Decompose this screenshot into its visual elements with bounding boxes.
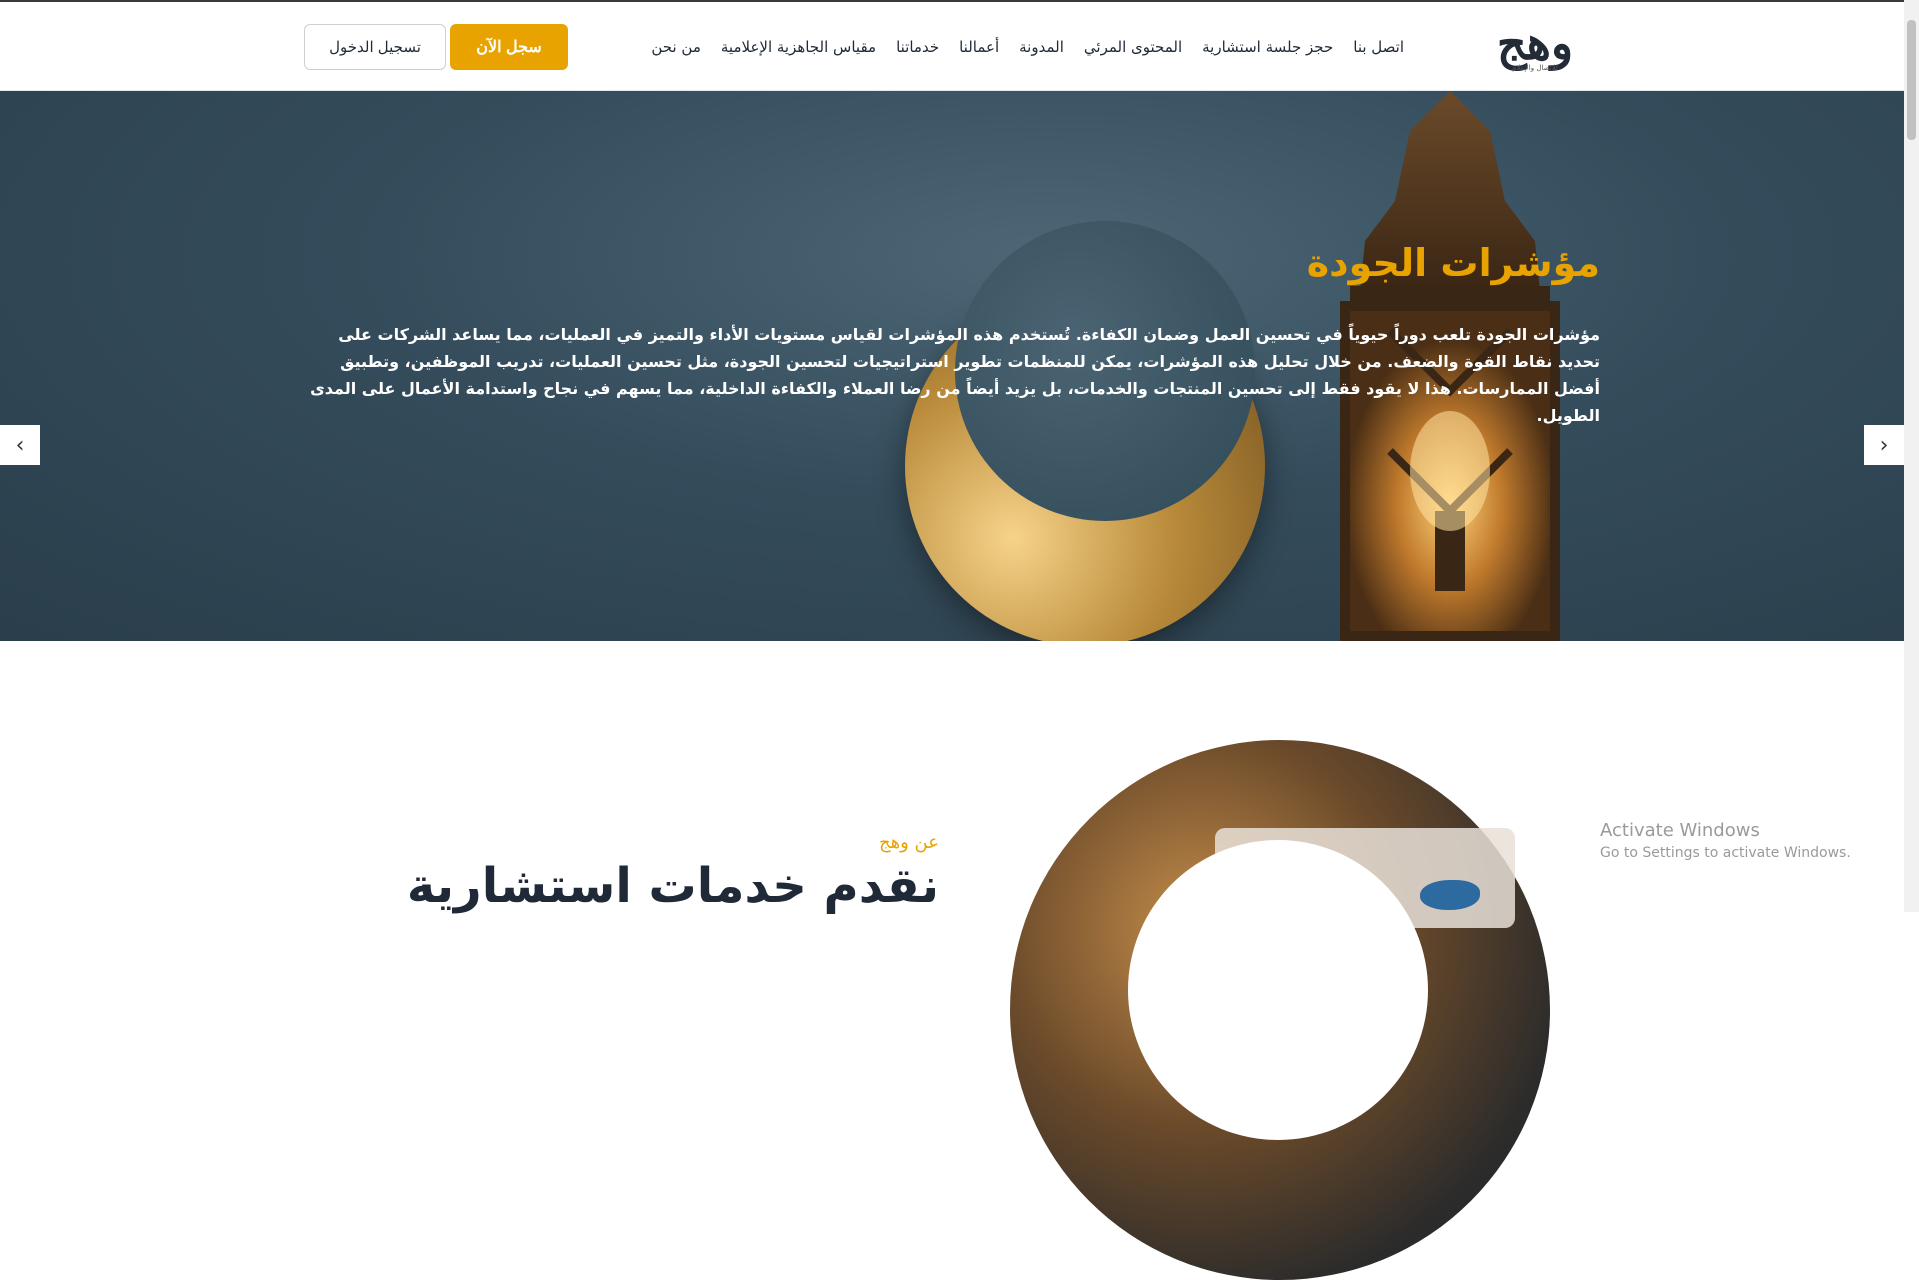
about-title: نقدم خدمات استشارية xyxy=(406,858,939,914)
nav-item-services[interactable]: خدماتنا xyxy=(896,38,939,56)
hero-slider: مؤشرات الجودة مؤشرات الجودة تلعب دوراً ح… xyxy=(0,91,1904,641)
scrollbar-thumb[interactable] xyxy=(1907,20,1916,140)
windows-activation-watermark: Activate Windows Go to Settings to activ… xyxy=(1600,820,1851,861)
nav-item-about[interactable]: من نحن xyxy=(651,38,701,56)
nav-item-visual-content[interactable]: المحتوى المرئي xyxy=(1084,38,1182,56)
chevron-right-icon: › xyxy=(1879,432,1889,458)
logo-text: وهج xyxy=(1496,16,1574,70)
chevron-left-icon: ‹ xyxy=(15,432,25,458)
watermark-title: Activate Windows xyxy=(1600,820,1760,841)
nav-item-blog[interactable]: المدونة xyxy=(1019,38,1064,56)
about-section xyxy=(0,641,1904,912)
slider-next-button[interactable]: › xyxy=(1864,425,1904,465)
about-ring-center xyxy=(1128,840,1428,1140)
about-kicker: عن وهج xyxy=(879,832,939,853)
nav-item-works[interactable]: أعمالنا xyxy=(959,38,999,56)
nav-item-book-consultation[interactable]: حجز جلسة استشارية xyxy=(1202,38,1333,56)
site-header: وهج للاتصال والإعلام من نحن مقياس الجاهز… xyxy=(0,2,1904,91)
hero-title: مؤشرات الجودة xyxy=(1306,241,1600,285)
site-logo[interactable]: وهج للاتصال والإعلام xyxy=(1465,16,1605,76)
login-button[interactable]: تسجيل الدخول xyxy=(304,24,446,70)
nav-item-media-readiness[interactable]: مقياس الجاهزية الإعلامية xyxy=(721,38,876,56)
slider-prev-button[interactable]: ‹ xyxy=(0,425,40,465)
main-nav: من نحن مقياس الجاهزية الإعلامية خدماتنا … xyxy=(651,2,1404,91)
logo-tagline: للاتصال والإعلام xyxy=(1512,64,1558,72)
globe-icon xyxy=(1420,880,1480,910)
hero-description: مؤشرات الجودة تلعب دوراً حيوياً في تحسين… xyxy=(310,325,1600,425)
register-button[interactable]: سجل الآن xyxy=(450,24,568,70)
nav-item-contact[interactable]: اتصل بنا xyxy=(1353,38,1404,56)
watermark-subtitle: Go to Settings to activate Windows. xyxy=(1600,845,1851,861)
